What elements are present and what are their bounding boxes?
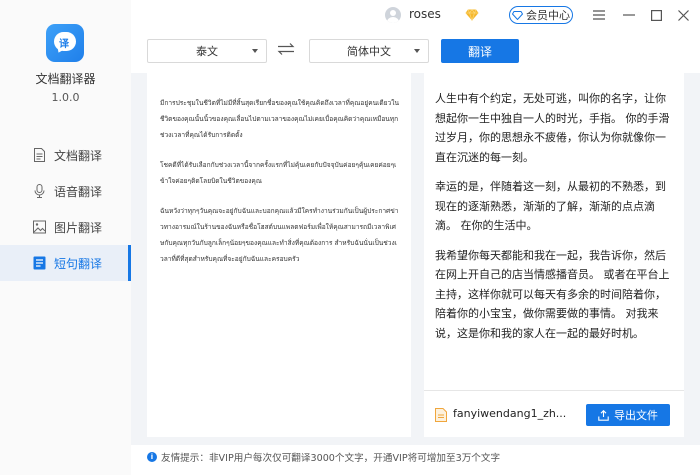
target-language-value: 简体中文 (347, 45, 391, 58)
swap-languages-button[interactable] (277, 43, 295, 58)
target-paragraph: 我希望你每天都能和我在一起，我告诉你，然后在网上开自己的店当情感播音员。 或者在… (435, 248, 670, 340)
sidebar-item-label: 短句翻译 (54, 256, 103, 271)
text-icon (33, 256, 46, 270)
chevron-down-icon (252, 49, 258, 53)
source-paragraph: ฉันหวังว่าทุกๆวันคุณจะอยู่กับฉันและบอกคุ… (160, 207, 399, 263)
source-text-panel[interactable]: มีการประชุมในชีวิตที่ไม่มีที่สิ้นสุดเรีย… (147, 73, 411, 437)
export-file-label: 导出文件 (614, 409, 658, 422)
source-language-value: 泰文 (196, 45, 218, 58)
maximize-icon (650, 9, 662, 21)
footer-tip-text: 友情提示：非VIP用户每次仅可翻译3000个文字，开通VIP将可增加至3万个文字 (161, 453, 501, 464)
sidebar: 译 文档翻译器 1.0.0 文档翻译 语音翻译 图片翻译 短句翻译 (0, 0, 131, 475)
close-icon (677, 9, 689, 21)
sidebar-item-sentence-translate[interactable]: 短句翻译 (0, 245, 131, 281)
sidebar-item-image-translate[interactable]: 图片翻译 (0, 209, 131, 245)
info-icon: i (147, 452, 157, 462)
sidebar-item-label: 语音翻译 (54, 184, 103, 199)
footer-tip: i 友情提示：非VIP用户每次仅可翻译3000个文字，开通VIP将可增加至3万个… (147, 450, 500, 464)
source-paragraph: มีการประชุมในชีวิตที่ไม่มีที่สิ้นสุดเรีย… (160, 99, 399, 139)
close-button[interactable] (674, 6, 692, 24)
target-paragraph: 幸运的是，伴随着这一刻，从最初的不熟悉，到现在的逐渐熟悉，渐渐的了解，渐渐的点点… (435, 180, 666, 232)
export-icon (598, 409, 609, 421)
translation-result: 人生中有个约定，无处可逃，叫你的名字，让你想起你一生中独自一人的时光，手指。 你… (424, 73, 684, 343)
target-panel-footer: fanyiwendang1_zh... 导出文件 (424, 390, 684, 437)
target-language-select[interactable]: 简体中文 (309, 39, 429, 63)
sidebar-item-label: 图片翻译 (54, 220, 103, 235)
vip-diamond-icon (512, 10, 523, 20)
sidebar-item-voice-translate[interactable]: 语音翻译 (0, 173, 131, 209)
export-file-button[interactable]: 导出文件 (586, 404, 670, 426)
minimize-button[interactable] (620, 6, 638, 24)
document-icon (33, 148, 46, 162)
avatar[interactable] (385, 7, 401, 23)
source-paragraph: โชคดีที่ได้รับเลือกกับช่วงเวลานี้จากครั้… (160, 161, 397, 185)
menu-icon (593, 10, 605, 20)
source-language-select[interactable]: 泰文 (147, 39, 267, 63)
sidebar-nav: 文档翻译 语音翻译 图片翻译 短句翻译 (0, 137, 131, 281)
image-icon (33, 220, 46, 234)
output-file-name[interactable]: fanyiwendang1_zh... (453, 407, 566, 420)
target-paragraph: 人生中有个约定，无处可逃，叫你的名字，让你想起你一生中独自一人的时光，手指。 你… (435, 92, 670, 164)
diamond-icon[interactable] (465, 8, 479, 24)
sidebar-item-label: 文档翻译 (54, 148, 103, 163)
menu-button[interactable] (590, 6, 608, 24)
app-version: 1.0.0 (51, 91, 80, 104)
file-icon (435, 408, 447, 425)
target-text-panel: 人生中有个约定，无处可逃，叫你的名字，让你想起你一生中独自一人的时光，手指。 你… (424, 73, 684, 437)
maximize-button[interactable] (647, 6, 665, 24)
translate-button[interactable]: 翻译 (441, 39, 519, 63)
username[interactable]: roses (409, 7, 441, 21)
microphone-icon (33, 184, 46, 198)
vip-center-label: 会员中心 (526, 9, 570, 22)
app-name: 文档翻译器 (35, 72, 96, 86)
sidebar-item-document-translate[interactable]: 文档翻译 (0, 137, 131, 173)
swap-icon (277, 43, 295, 55)
app-logo: 译 (46, 24, 84, 62)
minimize-icon (623, 14, 635, 16)
chevron-down-icon (414, 49, 420, 53)
vip-center-button[interactable]: 会员中心 (509, 6, 573, 24)
